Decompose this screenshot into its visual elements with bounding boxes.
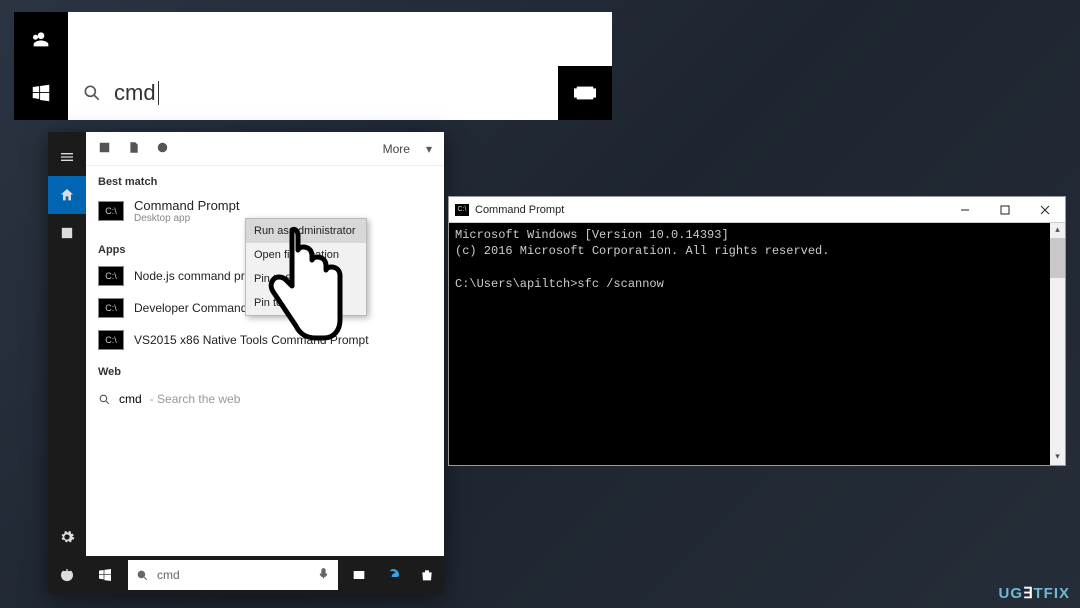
chevron-down-icon: ▾ — [426, 142, 432, 156]
scroll-thumb[interactable] — [1050, 238, 1065, 278]
cmd-scrollbar[interactable]: ▴ ▾ — [1050, 223, 1065, 465]
edge-button[interactable] — [376, 556, 410, 594]
cmd-titlebar[interactable]: C:\ Command Prompt — [449, 197, 1065, 223]
rail-home[interactable] — [48, 176, 86, 214]
ctx-open-file-location[interactable]: Open file location — [246, 243, 366, 267]
best-match-subtitle: Desktop app — [134, 213, 239, 224]
start-button-small[interactable] — [86, 556, 124, 594]
gear-icon — [59, 529, 75, 545]
filter-web-icon[interactable] — [156, 141, 169, 157]
start-search-value: cmd — [157, 568, 180, 582]
cmd-window-icon: C:\ — [455, 204, 469, 216]
maximize-button[interactable] — [985, 197, 1025, 223]
search-icon — [98, 393, 111, 406]
ctx-run-as-admin[interactable]: Run as administrator — [246, 219, 366, 243]
web-hint: - Search the web — [150, 392, 241, 406]
cmd-app-icon: C:\ — [98, 201, 124, 221]
search-icon — [136, 569, 149, 582]
search-icon — [82, 83, 102, 103]
best-match-title: Command Prompt — [134, 198, 239, 213]
people-icon-box[interactable] — [14, 12, 68, 66]
rail-settings[interactable] — [48, 518, 86, 556]
app-name: VS2015 x86 Native Tools Command Prompt — [134, 333, 369, 347]
filter-more[interactable]: More — [383, 142, 410, 156]
minimize-button[interactable] — [945, 197, 985, 223]
start-menu-panel: More ▾ Best match C:\ Command Prompt Des… — [48, 132, 444, 594]
cmd-output: Microsoft Windows [Version 10.0.14393] (… — [455, 227, 1059, 292]
web-label: Web — [86, 356, 444, 382]
web-search-row[interactable]: cmd - Search the web — [86, 382, 444, 416]
start-search-box[interactable]: cmd — [128, 560, 338, 590]
power-icon — [59, 567, 75, 583]
start-rail — [48, 132, 86, 594]
cmd-app-icon: C:\ — [98, 266, 124, 286]
apps-icon — [59, 225, 75, 241]
task-view-icon — [574, 82, 596, 104]
windows-icon — [30, 82, 52, 104]
start-body: More ▾ Best match C:\ Command Prompt Des… — [86, 132, 444, 594]
taskview-small[interactable] — [342, 556, 376, 594]
ctx-pin-to-start[interactable]: Pin to Start — [246, 267, 366, 291]
task-view-icon — [351, 567, 367, 583]
home-icon — [59, 187, 75, 203]
app-row[interactable]: C:\ VS2015 x86 Native Tools Command Prom… — [86, 324, 444, 356]
rail-power[interactable] — [48, 556, 86, 594]
close-button[interactable] — [1025, 197, 1065, 223]
store-button[interactable] — [410, 556, 444, 594]
rail-apps[interactable] — [48, 214, 86, 252]
start-button[interactable] — [14, 66, 68, 120]
mic-icon[interactable] — [317, 567, 330, 583]
rail-menu[interactable] — [48, 138, 86, 176]
top-white-upper — [68, 12, 612, 66]
command-prompt-window: C:\ Command Prompt Microsoft Windows [Ve… — [448, 196, 1066, 466]
ctx-pin-to-taskbar[interactable]: Pin to taskbar — [246, 291, 366, 315]
watermark: UG∃TFIX — [999, 584, 1070, 602]
scroll-down-icon[interactable]: ▾ — [1050, 450, 1065, 465]
filter-docs-icon[interactable] — [127, 141, 140, 157]
windows-icon — [97, 567, 113, 583]
best-match-label: Best match — [86, 166, 444, 192]
filter-apps-icon[interactable] — [98, 141, 111, 157]
cmd-app-icon: C:\ — [98, 330, 124, 350]
context-menu: Run as administrator Open file location … — [245, 218, 367, 316]
scroll-up-icon[interactable]: ▴ — [1050, 223, 1065, 238]
start-filter-head: More ▾ — [86, 132, 444, 166]
people-icon — [30, 28, 52, 50]
search-value: cmd — [114, 80, 156, 106]
text-cursor — [158, 81, 159, 105]
cmd-title-text: Command Prompt — [475, 204, 564, 216]
cmd-body[interactable]: Microsoft Windows [Version 10.0.14393] (… — [449, 223, 1065, 465]
task-view-button[interactable] — [558, 66, 612, 120]
search-input-area[interactable]: cmd — [68, 66, 558, 120]
top-search-bar: cmd — [14, 12, 612, 120]
start-bottom-bar: cmd — [86, 556, 444, 594]
hamburger-icon — [59, 149, 75, 165]
web-query: cmd — [119, 392, 142, 406]
edge-icon — [385, 567, 401, 583]
store-icon — [419, 567, 435, 583]
cmd-app-icon: C:\ — [98, 298, 124, 318]
